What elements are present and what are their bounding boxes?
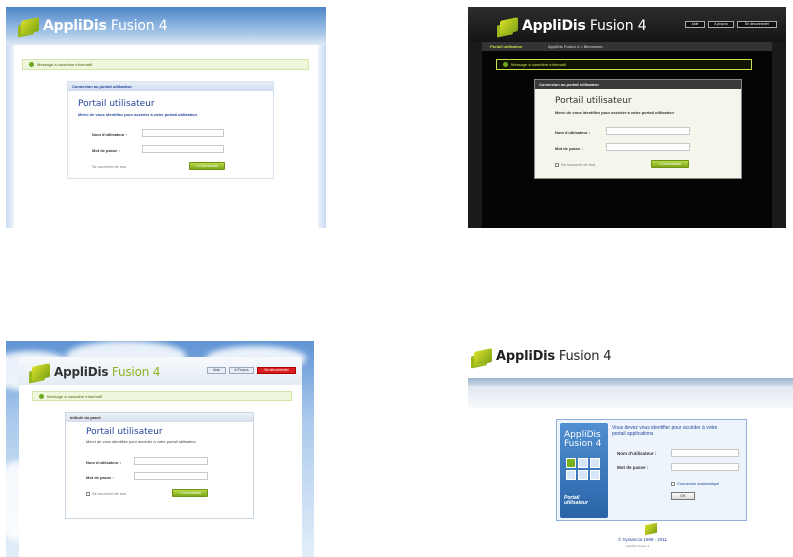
help-button[interactable]: Aide [207, 367, 226, 374]
screenshot-dark: AppliDis Fusion 4 Aide A propos Se décon… [468, 7, 786, 228]
logo-icon [21, 17, 39, 35]
welcome-text: Merci de vous identifiez pour accéder à … [78, 112, 198, 117]
login-box-title: Connexion au portail utilisateur [535, 80, 741, 89]
systancia-logo-icon [645, 522, 657, 536]
login-box: Connexion au portail utilisateur Portail… [534, 79, 742, 179]
password-input[interactable] [142, 145, 224, 153]
welcome-text: Merci de vous identifiez pour accéder à … [555, 110, 675, 115]
remember-me[interactable]: Se souvenir de moi [92, 164, 126, 169]
info-icon [503, 62, 508, 67]
username-input[interactable] [606, 127, 690, 135]
applidis-logo: AppliDis Fusion 4 [474, 347, 612, 366]
header-stripe [468, 378, 793, 386]
applidis-logo: AppliDis Fusion 4 [500, 17, 647, 35]
info-icon [39, 393, 44, 399]
remember-checkbox[interactable] [86, 491, 90, 496]
help-button[interactable]: Aide [685, 21, 705, 28]
app-icon [590, 458, 600, 468]
password-input[interactable] [134, 472, 208, 480]
app-icon [578, 470, 588, 480]
username-input[interactable] [671, 449, 739, 457]
page-frame: AppliDis Fusion 4 Aide A Propos Se décon… [19, 357, 302, 557]
logout-button[interactable]: Se déconnecter [737, 21, 777, 28]
login-box-title: Intitulé du panel [66, 413, 253, 422]
password-label: Mot de passe : [617, 465, 649, 470]
applidis-logo: AppliDis Fusion 4 [32, 363, 160, 381]
login-box: Connexion au portail utilisateur Portail… [67, 81, 274, 179]
login-box: Intitulé du panel Portail utilisateur Me… [65, 412, 254, 519]
remember-me[interactable]: Se souvenir de moi [555, 162, 595, 167]
logo-icon [32, 363, 50, 381]
app-icon [566, 470, 576, 480]
password-input[interactable] [606, 143, 690, 151]
connect-button[interactable]: » Connexion [189, 162, 225, 170]
app-icons [566, 458, 602, 480]
side-panel: AppliDis Fusion 4 Portail utilisateur [560, 423, 608, 518]
password-label: Mot de passe : [92, 148, 120, 153]
password-input[interactable] [671, 463, 739, 471]
about-button[interactable]: A propos [708, 21, 734, 28]
applidis-logo: AppliDis Fusion 4 [21, 17, 168, 35]
app-icon [590, 470, 600, 480]
header-band [468, 386, 793, 408]
username-label: Nom d'utilisateur : [555, 130, 590, 135]
username-label: Nom d'utilisateur : [92, 132, 127, 137]
login-box: AppliDis Fusion 4 Portail utilisateur Vo… [556, 419, 747, 521]
username-label: Nom d'utilisateur : [86, 460, 121, 465]
side-title: AppliDis Fusion 4 [564, 430, 602, 449]
screenshot-light-blue: AppliDis Fusion 4 Message à caractère in… [6, 7, 326, 228]
username-input[interactable] [142, 129, 224, 137]
copyright: © Systancia 1998 - 2011 [618, 537, 668, 542]
about-button[interactable]: A Propos [229, 367, 254, 374]
remember-checkbox[interactable] [555, 162, 559, 167]
app-icon [566, 458, 576, 468]
main-content: Message à caractère informatif Connexion… [14, 45, 318, 228]
logout-button[interactable]: Se déconnecter [257, 367, 296, 374]
connect-button[interactable]: » Connexion [172, 489, 208, 497]
connect-button[interactable]: » Connexion [651, 160, 689, 168]
left-gutter [6, 45, 14, 228]
screenshot-classic: AppliDis Fusion 4 AppliDis Fusion 4 Port… [468, 341, 793, 557]
welcome-text: Vous devez vous identifier pour accéder … [612, 425, 718, 437]
welcome-text: Merci de vous identifiez pour accéder à … [86, 439, 196, 444]
password-label: Mot de passe : [555, 146, 583, 151]
auto-connect[interactable]: Connexion automatique [671, 481, 719, 486]
username-input[interactable] [134, 457, 208, 465]
version-text: AppliDis Fusion 4 [626, 544, 650, 548]
app-icon [578, 458, 588, 468]
info-message: Message à caractère informatif [22, 59, 309, 70]
remember-me[interactable]: Se souvenir de moi [86, 491, 126, 496]
right-gutter [318, 45, 326, 228]
username-label: Nom d'utilisateur : [617, 451, 657, 456]
login-box-title: Connexion au portail utilisateur [68, 82, 273, 91]
portal-title: Portail utilisateur [78, 99, 155, 109]
password-label: Mot de passe : [86, 475, 114, 480]
ok-button[interactable]: OK [671, 492, 695, 500]
logo-icon [500, 17, 518, 35]
auto-connect-checkbox[interactable] [671, 481, 675, 486]
side-caption: Portail utilisateur [564, 495, 588, 506]
main-content: Message à caractère informatif Connexion… [482, 51, 772, 228]
screenshot-sky: AppliDis Fusion 4 Aide A Propos Se décon… [6, 341, 314, 557]
info-icon [29, 62, 34, 67]
portal-title: Portail utilisateur [555, 96, 632, 106]
portal-title: Portail utilisateur [86, 427, 163, 437]
logo-icon [474, 347, 492, 366]
info-message: Message à caractère informatif [32, 391, 292, 401]
info-message: Message à caractère informatif [496, 59, 752, 70]
breadcrumb: Portail utilisateur AppliDis Fusion 4 > … [482, 42, 772, 51]
